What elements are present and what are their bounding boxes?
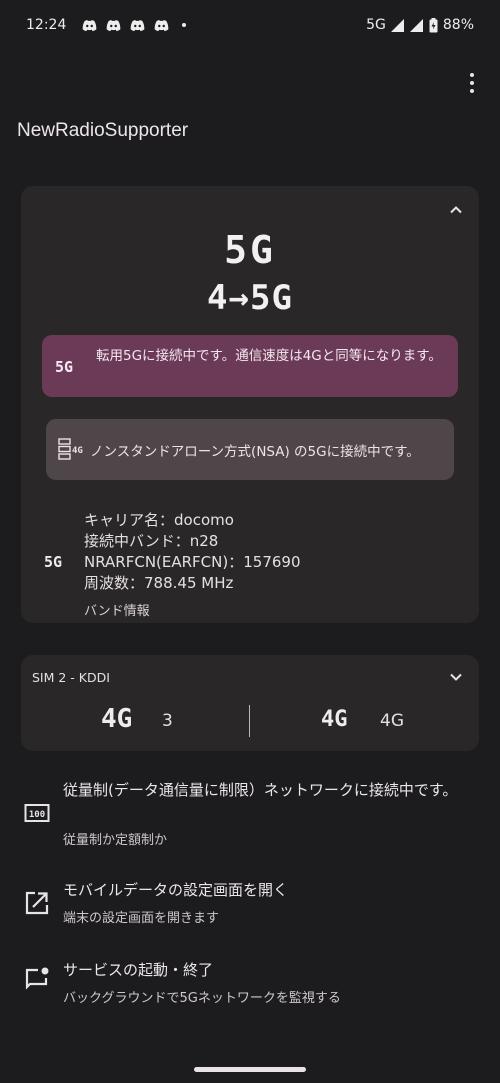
status-time: 12:24 [26, 17, 67, 33]
conversion-5g-banner: 5G 転用5Gに接続中です。通信速度は4Gと同等になります。 [42, 335, 458, 397]
metered-network-setting[interactable]: 100 従量制(データ通信量に制限）ネットワークに接続中です。 従量制か定額制か [0, 778, 500, 850]
sim-right-network: 4G [321, 707, 348, 732]
nsa-4g-icon: 4G [58, 438, 83, 460]
status-network: 5G [366, 17, 386, 33]
chevron-down-icon[interactable] [447, 668, 465, 686]
more-notifications-dot-icon [182, 23, 187, 27]
network-type: 5G [224, 228, 276, 272]
mobile-data-subtitle: 端末の設定画面を開きます [63, 911, 220, 926]
battery-percent: 88% [442, 17, 474, 33]
svg-text:100: 100 [29, 810, 45, 820]
conversion-5g-text: 転用5Gに接続中です。通信速度は4Gと同等になります。 [96, 348, 442, 364]
metered-subtitle: 従量制か定額制か [63, 833, 168, 848]
network-detail: 4→5G [207, 278, 293, 318]
metered-title: 従量制(データ通信量に制限）ネットワークに接続中です。 [63, 781, 458, 799]
carrier-name: キャリア名：docomo [84, 511, 234, 529]
nsa-icon-label: 4G [72, 446, 83, 456]
connected-band: 接続中バンド：n28 [84, 532, 219, 550]
frequency: 周波数：788.45 MHz [84, 574, 234, 592]
service-toggle-item[interactable]: サービスの起動・終了 バックグラウンドで5Gネットワークを監視する [0, 958, 500, 1006]
sim-left-network: 4G [101, 704, 133, 734]
discord-icon [155, 19, 169, 31]
metered-icon: 100 [24, 804, 50, 822]
sim-label: SIM 2 - KDDI [32, 670, 110, 685]
service-subtitle: バックグラウンドで5Gネットワークを監視する [63, 991, 341, 1006]
sim-divider [249, 705, 250, 737]
nrarfcn: NRARFCN(EARFCN)：157690 [84, 553, 301, 571]
sim-left-value: 3 [162, 711, 173, 731]
battery-charging-icon [429, 17, 438, 32]
notification-message-icon [25, 967, 49, 990]
notification-icons [82, 19, 187, 32]
status-right: 5G 88% [366, 17, 474, 33]
mobile-data-settings-item[interactable]: モバイルデータの設定画面を開く 端末の設定画面を開きます [0, 878, 500, 926]
status-bar: 12:24 5G 88% [0, 0, 500, 50]
nsa-text: ノンスタンドアローン方式(NSA) の5Gに接続中です。 [90, 443, 420, 460]
5g-badge-icon: 5G [55, 358, 74, 376]
band-info: キャリア名：docomo 接続中バンド：n28 NRARFCN(EARFCN)：… [84, 510, 301, 594]
mobile-data-title: モバイルデータの設定画面を開く [63, 881, 289, 899]
app-title: NewRadioSupporter [17, 120, 189, 141]
open-external-icon [25, 891, 49, 915]
band-5g-badge-icon: 5G [44, 553, 63, 571]
discord-icon [131, 19, 145, 31]
overflow-menu-icon[interactable] [462, 70, 482, 96]
home-indicator[interactable] [194, 1067, 306, 1072]
service-title: サービスの起動・終了 [63, 961, 214, 979]
sim-right-value: 4G [380, 711, 404, 731]
signal-icon [409, 18, 423, 32]
discord-icon [83, 19, 97, 31]
band-info-link[interactable]: バンド情報 [84, 600, 150, 619]
discord-icon [107, 19, 121, 31]
signal-icon [390, 18, 404, 32]
chevron-up-icon[interactable] [447, 201, 465, 219]
nsa-banner: 4G ノンスタンドアローン方式(NSA) の5Gに接続中です。 [46, 419, 454, 480]
